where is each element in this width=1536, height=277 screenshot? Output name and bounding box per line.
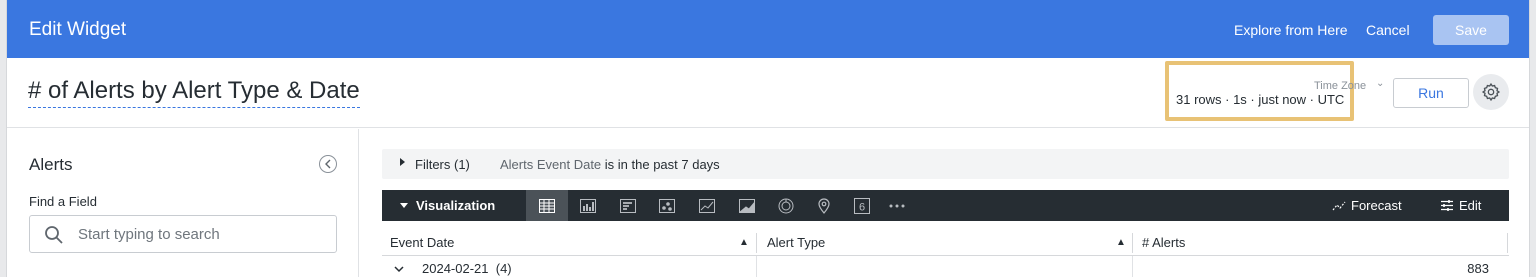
gear-icon <box>1481 82 1501 102</box>
find-field-label: Find a Field <box>29 194 97 209</box>
search-icon <box>45 226 63 244</box>
run-button[interactable]: Run <box>1393 78 1469 108</box>
column-header-alert-type[interactable]: Alert Type <box>767 235 825 250</box>
sort-ascending-icon[interactable]: ▲ <box>739 237 749 248</box>
cancel-button[interactable]: Cancel <box>1366 22 1410 38</box>
field-search-input[interactable]: Start typing to search <box>29 215 337 253</box>
chevron-down-icon[interactable] <box>394 261 404 276</box>
table-header: Event Date ▲ Alert Type ▲ # Alerts <box>382 231 1509 256</box>
explore-name: Alerts <box>29 155 73 174</box>
explore-from-here-button[interactable]: Explore from Here <box>1234 22 1348 38</box>
collapse-sidebar-button[interactable] <box>319 155 337 173</box>
widget-title-input[interactable]: # of Alerts by Alert Type & Date <box>28 77 360 108</box>
filters-label: Filters (1) <box>415 157 470 172</box>
filter-field: Alerts Event Date <box>500 157 602 172</box>
more-options-icon[interactable] <box>888 197 906 214</box>
sliders-icon <box>1441 200 1453 211</box>
chevron-left-icon <box>325 159 331 169</box>
pie-chart-icon[interactable] <box>777 197 795 214</box>
chevron-down-icon: ⌄ <box>1376 78 1385 89</box>
search-placeholder: Start typing to search <box>78 226 220 243</box>
edit-viz-button[interactable]: Edit <box>1440 198 1481 213</box>
forecast-label: Forecast <box>1351 198 1402 213</box>
collapse-caret-icon[interactable] <box>400 203 408 208</box>
column-header-event-date[interactable]: Event Date <box>390 235 454 250</box>
bar-chart-icon[interactable] <box>619 197 637 214</box>
sort-ascending-icon[interactable]: ▲ <box>1116 237 1126 248</box>
row-alerts-value: 883 <box>1467 261 1489 276</box>
cell-divider <box>756 256 757 277</box>
forecast-button[interactable]: Forecast <box>1332 198 1402 213</box>
row-group-count: (4) <box>495 261 512 276</box>
single-value-icon[interactable]: 6 <box>853 197 871 214</box>
filter-condition: is in the past 7 days <box>604 157 720 172</box>
column-divider <box>1507 233 1508 253</box>
cell-divider <box>1132 256 1133 277</box>
settings-gear-button[interactable] <box>1473 74 1509 110</box>
visualization-bar: Visualization 6 Forecast Edit <box>382 190 1509 221</box>
line-chart-icon[interactable] <box>698 197 716 214</box>
dialog-title: Edit Widget <box>29 19 127 40</box>
column-divider[interactable] <box>756 233 757 253</box>
dialog-header: Edit Widget Explore from Here Cancel Sav… <box>7 0 1529 58</box>
row-event-date: 2024-02-21 (4) <box>422 261 512 276</box>
save-button[interactable]: Save <box>1433 15 1509 45</box>
edit-widget-dialog: Edit Widget Explore from Here Cancel Sav… <box>6 0 1530 277</box>
map-pin-icon[interactable] <box>815 197 833 214</box>
table-viz-icon[interactable] <box>538 197 556 214</box>
visualization-label[interactable]: Visualization <box>416 198 495 213</box>
table-row[interactable]: 2024-02-21 (4) 883 <box>382 256 1509 277</box>
filter-summary: Alerts Event Date is in the past 7 days <box>500 157 720 172</box>
query-stats: 31 rows · 1s · just now · UTC <box>1176 92 1345 107</box>
widget-title-row: # of Alerts by Alert Type & Date Time Zo… <box>7 58 1529 128</box>
column-divider[interactable] <box>1132 233 1133 253</box>
scatter-plot-icon[interactable] <box>658 197 676 214</box>
timezone-dropdown[interactable]: Time Zone <box>1314 80 1366 92</box>
column-chart-icon[interactable] <box>579 197 597 214</box>
edit-label: Edit <box>1459 198 1482 213</box>
expand-caret-icon <box>400 158 405 166</box>
column-header-alerts[interactable]: # Alerts <box>1142 235 1185 250</box>
forecast-icon <box>1332 201 1346 211</box>
row-date-value: 2024-02-21 <box>422 261 489 276</box>
area-chart-icon[interactable] <box>738 197 756 214</box>
field-picker-sidebar: Alerts Find a Field Start typing to sear… <box>7 129 359 277</box>
single-value-icon-text: 6 <box>859 201 865 213</box>
filters-section[interactable]: Filters (1) Alerts Event Date is in the … <box>382 149 1509 179</box>
